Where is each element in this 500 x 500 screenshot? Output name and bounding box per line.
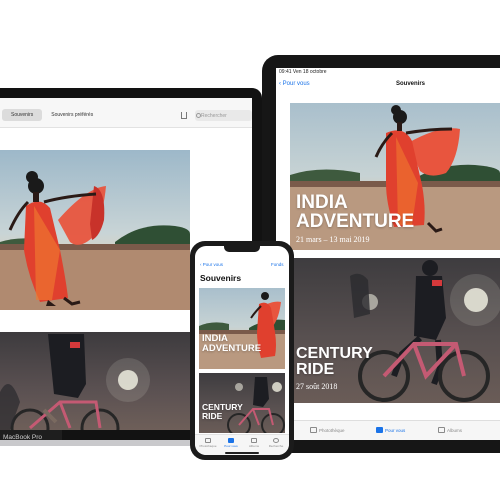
segment-souvenirs-preferes[interactable]: Souvenirs préférés — [42, 109, 102, 121]
segment-souvenirs[interactable]: Souvenirs — [2, 109, 43, 121]
back-button-label: Pour vous — [202, 262, 224, 267]
tab-pour-vous[interactable]: Pour vous — [376, 427, 405, 433]
iphone-screen: ‹ Pour vous Fonds Souvenirs INDIA ADVENT… — [195, 246, 289, 455]
tab-albums[interactable]: Albums — [438, 427, 462, 433]
memory-title-line2: ADVENTURE — [296, 211, 415, 233]
albums-icon — [438, 427, 445, 433]
back-button-label: Pour vous — [282, 81, 310, 87]
memory-card-india-adventure[interactable]: INDIA ADVENTURE — [199, 288, 285, 369]
tab-phototheque[interactable]: Photothèque — [198, 438, 218, 448]
tab-pour-vous[interactable]: Pour vous — [221, 438, 241, 448]
tab-label: Recherche — [268, 444, 284, 448]
memory-photo-cyclist[interactable] — [0, 332, 190, 430]
memory-date: 27 soût 2018 — [296, 382, 338, 391]
memories-segmented-control: Souvenirs Souvenirs préférés — [2, 109, 102, 121]
memory-date: 21 mars – 13 mai 2019 — [296, 235, 370, 244]
memory-title: CENTURY RIDE — [202, 403, 243, 420]
memory-photo-dancer[interactable] — [0, 150, 190, 310]
page-title: Souvenirs — [200, 273, 242, 283]
dancer-illustration — [0, 171, 190, 310]
for-you-icon — [376, 427, 383, 433]
memory-title: CENTURY RIDE — [296, 345, 373, 379]
memory-title-line2: ADVENTURE — [202, 342, 262, 354]
status-bar-time: 09:41 Ven 18 octobre — [279, 69, 327, 75]
page-title: Souvenirs — [396, 81, 426, 87]
photos-icon — [205, 438, 211, 443]
tab-recherche[interactable]: Recherche — [266, 438, 286, 448]
memory-card-century-ride[interactable]: CENTURY RIDE 27 soût 2018 — [290, 258, 500, 403]
memory-card-india-adventure[interactable]: INDIA ADVENTURE 21 mars – 13 mai 2019 — [290, 103, 500, 250]
memory-title-line2: RIDE — [202, 410, 223, 421]
tab-albums[interactable]: Albums — [244, 438, 264, 448]
back-button[interactable]: ‹ Pour vous — [200, 262, 223, 267]
for-you-icon — [228, 438, 234, 443]
memory-card-century-ride[interactable]: CENTURY RIDE — [199, 373, 285, 433]
tab-bar: Photothèque Pour vous Albums Recherche — [195, 434, 289, 455]
macbook-base — [0, 440, 190, 446]
dancer-illustration — [199, 292, 285, 369]
memory-title-line1: CENTURY — [296, 345, 373, 362]
search-icon — [273, 438, 279, 443]
iphone-notch — [224, 246, 260, 252]
memory-title-line1: INDIA — [296, 192, 348, 213]
photos-icon — [310, 427, 317, 433]
memory-title-line2: RIDE — [296, 361, 335, 379]
photos-toolbar: Souvenirs Souvenirs préférés Rechercher — [0, 98, 252, 128]
tab-label: Albums — [447, 427, 463, 433]
albums-icon — [251, 438, 257, 443]
back-button[interactable]: ‹ Pour vous — [279, 81, 310, 87]
home-indicator — [225, 452, 259, 454]
cyclist-illustration — [0, 334, 150, 430]
tab-label: Pour vous — [224, 444, 238, 448]
tab-label: Pour vous — [385, 427, 406, 433]
fonds-button[interactable]: Fonds — [271, 262, 284, 267]
share-icon[interactable] — [181, 112, 187, 119]
tab-label: Albums — [248, 444, 259, 448]
memory-title: INDIA ADVENTURE — [202, 334, 261, 353]
search-field[interactable]: Rechercher — [195, 110, 252, 121]
memory-title: INDIA ADVENTURE — [296, 193, 414, 232]
tab-label: Photothèque — [199, 444, 217, 448]
tab-bar: Photothèque Pour vous Albums — [276, 420, 500, 440]
ipad-screen: 09:41 Ven 18 octobre ‹ Pour vous Souveni… — [276, 68, 500, 440]
tab-phototheque[interactable]: Photothèque — [310, 427, 345, 433]
tab-label: Photothèque — [319, 427, 345, 433]
